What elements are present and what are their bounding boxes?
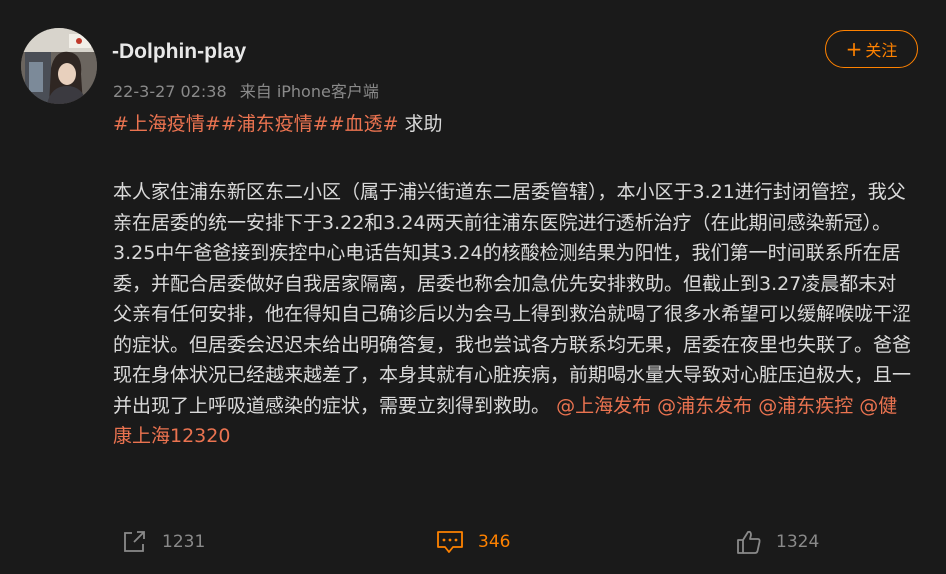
like-count: 1324	[776, 532, 820, 552]
topic-tag[interactable]: #血透#	[329, 113, 399, 135]
mention-link[interactable]: @浦东发布	[657, 395, 752, 417]
comment-count: 346	[478, 532, 511, 552]
post-body: 本人家住浦东新区东二小区（属于浦兴街道东二居委管辖），本小区于3.21进行封闭管…	[113, 177, 913, 452]
topic-tags: #上海疫情##浦东疫情##血透# 求助	[113, 110, 443, 138]
mention-link[interactable]: @上海发布	[556, 395, 651, 417]
post-body-text: 本人家住浦东新区东二小区（属于浦兴街道东二居委管辖），本小区于3.21进行封闭管…	[113, 181, 912, 417]
follow-button[interactable]: + 关注	[825, 30, 918, 68]
timestamp[interactable]: 22-3-27 02:38	[113, 82, 227, 101]
comment-button[interactable]: 346	[436, 524, 510, 560]
avatar-image	[21, 28, 97, 104]
share-count: 1231	[162, 532, 206, 552]
plus-icon: +	[845, 37, 863, 61]
mention-link[interactable]: @浦东疾控	[758, 395, 853, 417]
tag-suffix-text: 求助	[404, 113, 443, 135]
topic-tag[interactable]: #上海疫情#	[113, 113, 221, 135]
follow-label: 关注	[865, 41, 898, 60]
weibo-post: -Dolphin-play 22-3-27 02:38 来自 iPhone客户端…	[0, 0, 946, 574]
share-icon	[124, 531, 145, 552]
thumbs-up-icon	[737, 530, 761, 554]
topic-tag[interactable]: #浦东疫情#	[221, 113, 329, 135]
comment-icon	[437, 531, 463, 553]
share-button[interactable]: 1231	[122, 524, 205, 560]
action-bar: 1231 346 1324	[0, 524, 946, 560]
username[interactable]: -Dolphin-play	[112, 40, 246, 64]
like-button[interactable]: 1324	[736, 524, 819, 560]
post-source: 来自 iPhone客户端	[239, 82, 379, 101]
avatar[interactable]	[21, 28, 97, 104]
post-meta: 22-3-27 02:38 来自 iPhone客户端	[113, 78, 379, 102]
